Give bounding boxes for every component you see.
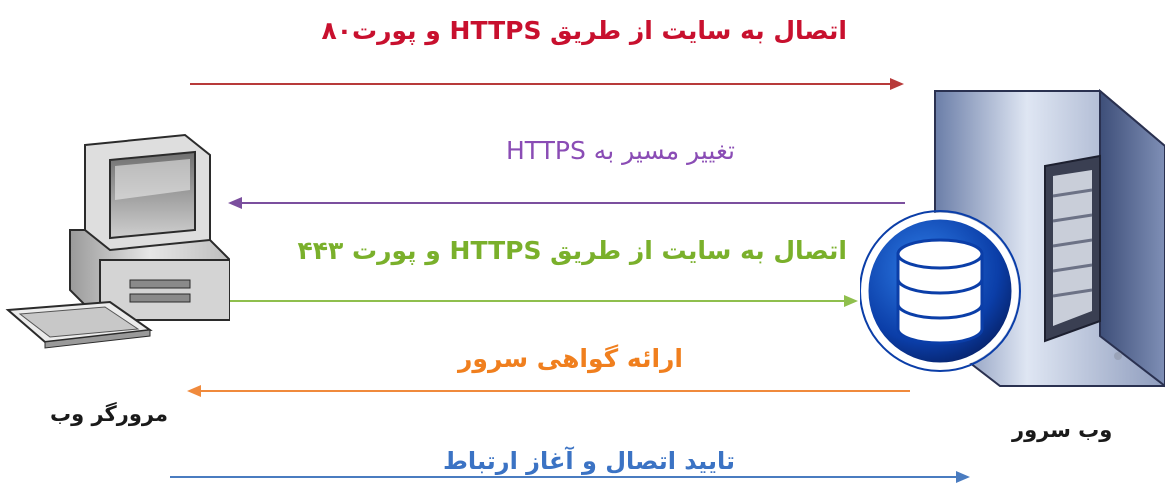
arrow-client-to-server-3 xyxy=(228,292,858,310)
client-label: مرورگر وب xyxy=(50,402,168,426)
arrow-client-to-server-1 xyxy=(190,75,905,93)
message-label-4: ارائه گواهی سرور xyxy=(458,344,683,373)
server-label: وب سرور xyxy=(1012,418,1113,442)
database-server-icon xyxy=(859,86,1166,400)
arrow-client-to-server-5 xyxy=(170,470,970,488)
desktop-computer-icon xyxy=(0,130,231,374)
arrow-server-to-client-4 xyxy=(187,382,910,400)
arrow-server-to-client-2 xyxy=(228,194,905,212)
message-label-1: اتصال به سایت از طریق HTTPS و پورت۸۰ xyxy=(321,16,847,45)
message-label-3: اتصال به سایت از طریق HTTPS و پورت ۴۴۳ xyxy=(297,236,848,265)
https-handshake-diagram: اتصال به سایت از طریق HTTPS و پورت۸۰ تغی… xyxy=(0,0,1169,484)
message-label-2: تغییر مسیر به HTTPS xyxy=(506,136,735,165)
